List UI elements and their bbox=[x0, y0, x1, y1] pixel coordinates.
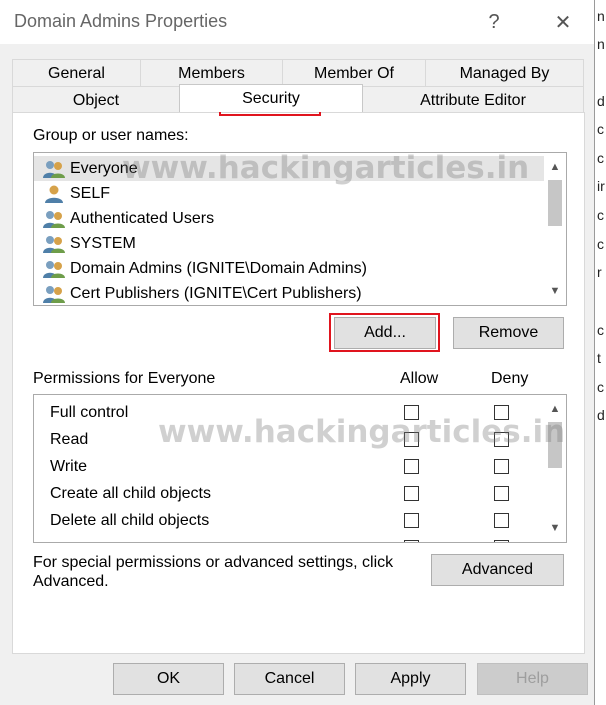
list-item[interactable]: SELF bbox=[34, 181, 544, 206]
scroll-up-icon[interactable]: ▲ bbox=[544, 399, 566, 419]
permission-row bbox=[34, 535, 544, 542]
tab-managed-by[interactable]: Managed By bbox=[425, 59, 584, 88]
permissions-title: Permissions for Everyone bbox=[33, 370, 216, 387]
user-group-icon bbox=[43, 160, 65, 178]
group-list-scrollbar[interactable]: ▲ ▼ bbox=[544, 153, 566, 305]
bg-char: c bbox=[597, 322, 604, 338]
remove-button[interactable]: Remove bbox=[453, 317, 564, 349]
tab-security[interactable]: Security bbox=[179, 84, 363, 112]
bg-char: c bbox=[597, 207, 604, 223]
permission-name: Write bbox=[50, 458, 88, 475]
user-group-icon bbox=[43, 210, 65, 228]
list-item-label: Everyone bbox=[70, 159, 138, 177]
user-group-icon bbox=[43, 260, 65, 278]
advanced-button[interactable]: Advanced bbox=[431, 554, 564, 586]
permission-name: Create all child objects bbox=[50, 485, 211, 502]
permissions-list: Full control Read Write Create all child… bbox=[33, 394, 567, 543]
permission-name: Delete all child objects bbox=[50, 512, 210, 529]
cancel-button[interactable]: Cancel bbox=[234, 663, 345, 695]
scroll-down-icon[interactable]: ▼ bbox=[544, 518, 566, 538]
apply-button[interactable]: Apply bbox=[355, 663, 466, 695]
permission-row: Full control bbox=[34, 400, 544, 427]
allow-checkbox[interactable] bbox=[404, 486, 419, 501]
permission-name: Full control bbox=[50, 404, 129, 421]
bg-char: t bbox=[597, 350, 601, 366]
deny-checkbox[interactable] bbox=[494, 486, 509, 501]
user-group-icon bbox=[43, 235, 65, 253]
permission-row: Delete all child objects bbox=[34, 508, 544, 535]
list-item-label: Cert Publishers (IGNITE\Cert Publishers) bbox=[70, 284, 362, 302]
list-item[interactable]: Domain Admins (IGNITE\Domain Admins) bbox=[34, 256, 544, 281]
list-item-label: Authenticated Users bbox=[70, 209, 215, 227]
permission-row: Create all child objects bbox=[34, 481, 544, 508]
user-group-icon bbox=[43, 285, 65, 303]
allow-checkbox[interactable] bbox=[404, 540, 419, 542]
title-bar: Domain Admins Properties ? ✕ bbox=[0, 0, 594, 44]
list-item-label: SYSTEM bbox=[70, 234, 136, 252]
add-button[interactable]: Add... bbox=[334, 317, 436, 349]
allow-checkbox[interactable] bbox=[404, 432, 419, 447]
scroll-thumb[interactable] bbox=[548, 180, 562, 226]
properties-dialog: Domain Admins Properties ? ✕ General Mem… bbox=[0, 0, 595, 705]
group-names-label: Group or user names: bbox=[33, 127, 189, 144]
permission-row: Read bbox=[34, 427, 544, 454]
bg-char: d bbox=[597, 407, 605, 423]
bg-char: c bbox=[597, 236, 604, 252]
bg-char: r bbox=[597, 264, 602, 280]
deny-checkbox[interactable] bbox=[494, 405, 509, 420]
scroll-up-icon[interactable]: ▲ bbox=[544, 157, 566, 177]
bg-char: c bbox=[597, 150, 604, 166]
allow-checkbox[interactable] bbox=[404, 513, 419, 528]
deny-checkbox[interactable] bbox=[494, 459, 509, 474]
permissions-scrollbar[interactable]: ▲ ▼ bbox=[544, 395, 566, 542]
bg-char: d bbox=[597, 93, 605, 109]
bg-char: n bbox=[597, 8, 605, 24]
bg-char: c bbox=[597, 121, 604, 137]
allow-header: Allow bbox=[400, 370, 439, 387]
window-title: Domain Admins Properties bbox=[14, 11, 228, 31]
list-item[interactable]: Cert Publishers (IGNITE\Cert Publishers) bbox=[34, 281, 544, 305]
help-title-button[interactable]: ? bbox=[477, 6, 511, 38]
scroll-thumb[interactable] bbox=[548, 422, 562, 468]
ok-button[interactable]: OK bbox=[113, 663, 224, 695]
list-item[interactable]: Everyone bbox=[34, 156, 544, 181]
list-item-label: Domain Admins (IGNITE\Domain Admins) bbox=[70, 259, 367, 277]
deny-checkbox[interactable] bbox=[494, 432, 509, 447]
tab-general[interactable]: General bbox=[12, 59, 141, 88]
deny-checkbox[interactable] bbox=[494, 540, 509, 542]
list-item-label: SELF bbox=[70, 184, 111, 202]
help-button[interactable]: Help bbox=[477, 663, 588, 695]
bg-char: ir bbox=[597, 178, 605, 194]
allow-checkbox[interactable] bbox=[404, 459, 419, 474]
bg-char: n bbox=[597, 36, 605, 52]
user-icon bbox=[45, 185, 63, 203]
list-item[interactable]: SYSTEM bbox=[34, 231, 544, 256]
tab-object[interactable]: Object bbox=[12, 86, 180, 115]
group-user-list[interactable]: Everyone SELF Authenticated Users SYSTEM bbox=[33, 152, 567, 306]
deny-header: Deny bbox=[491, 370, 529, 387]
close-button[interactable]: ✕ bbox=[546, 6, 580, 38]
scroll-down-icon[interactable]: ▼ bbox=[544, 281, 566, 301]
permission-name: Read bbox=[50, 431, 89, 448]
permission-row: Write bbox=[34, 454, 544, 481]
list-item[interactable]: Authenticated Users bbox=[34, 206, 544, 231]
deny-checkbox[interactable] bbox=[494, 513, 509, 528]
advanced-hint-line1: For special permissions or advanced sett… bbox=[33, 554, 394, 571]
tab-attribute-editor[interactable]: Attribute Editor bbox=[362, 86, 584, 115]
advanced-hint-line2: Advanced. bbox=[33, 573, 109, 590]
allow-checkbox[interactable] bbox=[404, 405, 419, 420]
bg-char: c bbox=[597, 379, 604, 395]
